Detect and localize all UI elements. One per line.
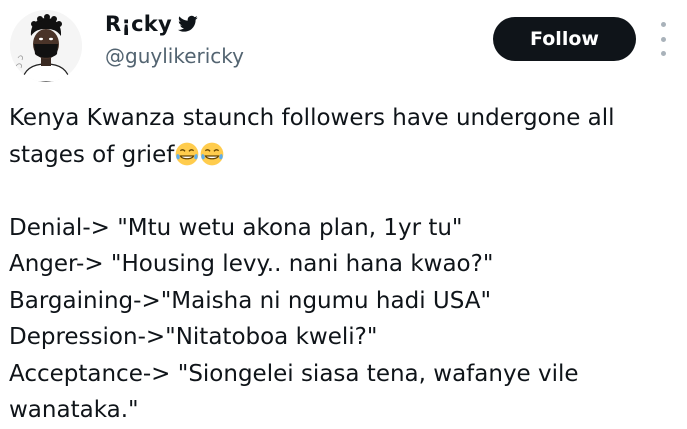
tweet-text: Kenya Kwanza staunch followers have unde… [9,100,679,429]
stage-acceptance: Acceptance-> "Siongelei siasa tena, wafa… [9,360,579,387]
stage-bargaining: Bargaining->"Maisha ni ngumu hadi USA" [9,287,492,314]
more-dot [660,36,666,42]
more-dot [660,51,666,56]
author-name-row[interactable]: R¡cky [105,12,198,36]
tweet-header: R¡cky @guylikericky Follow [0,0,687,96]
more-vertical-icon[interactable] [657,22,669,56]
tweet-line: Kenya Kwanza staunch followers have unde… [9,105,615,131]
masked-man-avatar-icon [10,10,82,82]
more-dot [660,22,666,27]
stage-anger: Anger-> "Housing levy.. nani hana kwao?" [9,251,494,277]
avatar[interactable] [10,10,82,82]
author-display-name[interactable]: R¡cky [105,12,172,36]
stage-depression: Depression->"Nitatoboa kweli?" [9,324,378,350]
tweet-line-text: stages of grief [9,141,175,168]
bird-icon [177,15,198,32]
laughing-tears-emoji-icon [200,142,224,165]
tweet-line-with-emoji: stages of grief [9,137,679,174]
stage-acceptance-continued: wanataka." [9,397,139,423]
author-handle[interactable]: @guylikericky [105,44,244,68]
stage-denial: Denial-> "Mtu wetu akona plan, 1yr tu" [9,214,463,241]
laughing-tears-emoji-icon [175,142,199,165]
follow-button[interactable]: Follow [493,17,636,61]
